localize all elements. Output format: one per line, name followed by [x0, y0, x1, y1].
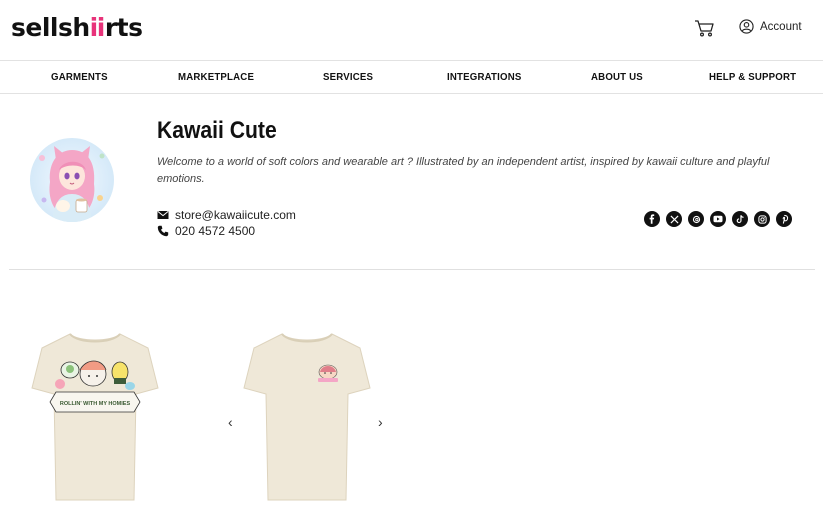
pinterest-icon[interactable] [776, 211, 792, 227]
email-text: store@kawaiicute.com [175, 208, 296, 222]
x-icon[interactable] [666, 211, 682, 227]
cart-icon[interactable] [694, 18, 716, 38]
nav-marketplace[interactable]: MARKETPLACE [178, 71, 254, 83]
product-tshirt-front[interactable]: ROLLIN' WITH MY HOMIES [30, 328, 160, 504]
shop-avatar [30, 138, 114, 222]
nav-integrations[interactable]: INTEGRATIONS [447, 71, 521, 83]
carousel-next-button[interactable]: › [378, 414, 383, 430]
contact-phone[interactable]: 020 4572 4500 [157, 224, 255, 238]
sellshirts-logo[interactable]: sellsh i i rts [11, 13, 143, 42]
nav-garments[interactable]: GARMENTS [51, 71, 108, 83]
social-links [644, 211, 792, 227]
logo-text-start: sellsh [11, 13, 90, 42]
tiktok-icon[interactable] [732, 211, 748, 227]
logo-text-end: rts [104, 13, 143, 42]
instagram-icon[interactable] [754, 211, 770, 227]
product-tshirt-back[interactable] [242, 328, 372, 504]
account-label: Account [760, 20, 802, 33]
phone-text: 020 4572 4500 [175, 224, 256, 238]
phone-icon [157, 225, 169, 237]
nav-services[interactable]: SERVICES [323, 71, 373, 83]
logo-text-accent-2: i [96, 13, 106, 42]
shop-name: Kawaii Cute [157, 117, 277, 144]
site-header: sellsh i i rts Account [0, 0, 823, 60]
contact-email[interactable]: store@kawaiicute.com [157, 208, 296, 222]
envelope-icon [157, 211, 169, 219]
user-icon [739, 19, 754, 34]
nav-about-us[interactable]: ABOUT US [591, 71, 643, 83]
youtube-icon[interactable] [710, 211, 726, 227]
shop-description: Welcome to a world of soft colors and we… [157, 156, 770, 185]
facebook-icon[interactable] [644, 211, 660, 227]
section-divider [9, 269, 815, 270]
nav-help-support[interactable]: HELP & SUPPORT [709, 71, 796, 83]
account-button[interactable]: Account [739, 19, 802, 34]
main-nav: GARMENTS MARKETPLACE SERVICES INTEGRATIO… [0, 60, 823, 94]
carousel-prev-button[interactable]: ‹ [228, 414, 233, 430]
threads-icon[interactable] [688, 211, 704, 227]
print-banner-text: ROLLIN' WITH MY HOMIES [60, 401, 131, 407]
